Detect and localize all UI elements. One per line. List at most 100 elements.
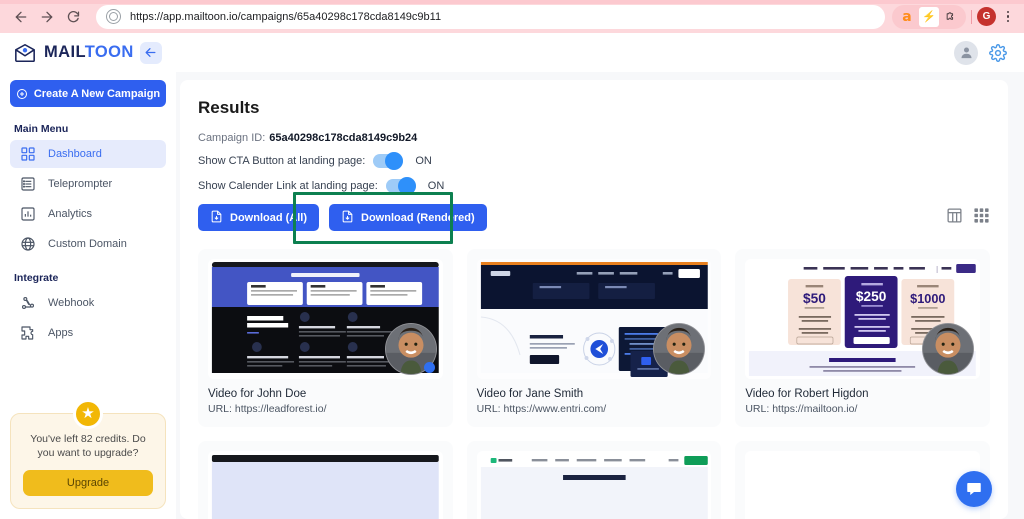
result-card[interactable]: Video for John Doe URL: https://leadfore…: [198, 249, 453, 427]
download-all-button[interactable]: Download (All): [198, 204, 319, 231]
sidebar-item-analytics[interactable]: Analytics: [10, 200, 166, 228]
svg-text:$50: $50: [803, 290, 826, 306]
result-thumbnail[interactable]: [476, 259, 712, 379]
thumbnail-chat-icon: [423, 362, 435, 373]
file-download-icon: [210, 210, 223, 226]
campaign-id-value: 65a40298c178cda8149c9b24: [269, 132, 418, 144]
extension-a-icon[interactable]: a: [897, 7, 917, 27]
toggle-state-calendar: ON: [427, 180, 445, 192]
browser-back-button[interactable]: [8, 4, 34, 30]
results-grid: Video for John Doe URL: https://leadfore…: [198, 249, 990, 519]
envelope-logo-icon: [14, 42, 36, 64]
chat-bubble-icon[interactable]: [956, 471, 992, 507]
table-view-icon[interactable]: [946, 207, 963, 229]
download-all-label: Download (All): [230, 211, 307, 224]
grid-view-icon[interactable]: [973, 207, 990, 229]
sidebar: Create A New Campaign Main Menu Dashboar…: [0, 72, 176, 519]
svg-text:$1000: $1000: [911, 291, 946, 306]
header-actions: [954, 40, 1008, 65]
globe-domain-icon: [20, 236, 36, 252]
sidebar-item-apps[interactable]: Apps: [10, 319, 166, 347]
result-thumbnail[interactable]: [208, 259, 443, 379]
page-title: Results: [198, 98, 260, 117]
dashboard-grid-icon: [20, 146, 36, 162]
extensions-puzzle-icon[interactable]: [941, 7, 961, 27]
result-thumbnail[interactable]: [745, 451, 980, 519]
gear-icon[interactable]: [988, 43, 1008, 63]
result-url-label: URL:: [208, 403, 232, 415]
app-root: MAILTOON Create A New Campaign Main Menu…: [0, 33, 1024, 519]
create-new-campaign-label: Create A New Campaign: [33, 87, 161, 100]
result-card[interactable]: Video for Jane Smith URL: https://www.en…: [466, 249, 722, 427]
credits-upgrade-card: ★ You've left 82 credits. Do you want to…: [10, 398, 166, 509]
brand-logo[interactable]: MAILTOON: [14, 42, 134, 64]
bar-chart-icon: [20, 206, 36, 222]
list-icon: [20, 176, 36, 192]
sidebar-item-webhook[interactable]: Webhook: [10, 289, 166, 317]
sidebar-item-teleprompter-label: Teleprompter: [48, 178, 113, 190]
presenter-avatar: [922, 323, 974, 375]
logo-text-toon: TOON: [84, 43, 134, 61]
result-card-title: Video for John Doe: [208, 388, 307, 400]
campaign-id-label: Campaign ID:: [198, 132, 266, 144]
result-thumbnail[interactable]: $50 $250 $1000: [745, 259, 980, 379]
sidebar-item-custom-domain[interactable]: Custom Domain: [10, 230, 166, 258]
sidebar-item-custom-domain-label: Custom Domain: [48, 238, 127, 250]
download-rendered-label: Download (Rendered): [361, 211, 475, 224]
view-toggle-group: [946, 207, 990, 229]
file-download-icon: [341, 210, 354, 226]
address-bar[interactable]: https://app.mailtoon.io/campaigns/65a402…: [96, 4, 885, 29]
upgrade-button[interactable]: Upgrade: [23, 470, 153, 496]
campaign-id-row: Campaign ID: 65a40298c178cda8149c9b24: [198, 132, 990, 144]
result-url-value: https://mailtoon.io/: [772, 403, 858, 415]
result-thumbnail[interactable]: [476, 451, 712, 519]
result-card-url: URL: https://leadforest.io/: [208, 403, 443, 415]
sidebar-section-integrate: Integrate: [14, 272, 59, 284]
result-url-value: https://leadforest.io/: [234, 403, 327, 415]
browser-profile-button[interactable]: G: [977, 7, 996, 26]
result-card[interactable]: $50 $250 $1000 Video for Robert Higdon U…: [735, 249, 990, 427]
result-thumbnail[interactable]: [208, 451, 443, 519]
sidebar-item-webhook-label: Webhook: [48, 297, 95, 309]
presenter-avatar: [653, 323, 706, 375]
toggle-state-cta: ON: [415, 155, 432, 167]
result-card[interactable]: [466, 441, 722, 519]
toggle-switch-cta[interactable]: [373, 152, 404, 170]
svg-text:$250: $250: [856, 288, 887, 304]
toggle-label-calendar: Show Calender Link at landing page:: [198, 180, 378, 192]
sidebar-collapse-button[interactable]: [139, 41, 162, 64]
result-card-url: URL: https://www.entri.com/: [477, 403, 712, 415]
result-card-title: Video for Robert Higdon: [745, 388, 869, 400]
sidebar-item-dashboard[interactable]: Dashboard: [10, 140, 166, 168]
browser-menu-icon[interactable]: [1000, 10, 1016, 23]
browser-forward-button[interactable]: [34, 4, 60, 30]
download-rendered-button[interactable]: Download (Rendered): [329, 204, 487, 231]
browser-reload-button[interactable]: [60, 4, 86, 30]
toggle-row-calendar: Show Calender Link at landing page: ON: [198, 177, 990, 195]
result-card-url: URL: https://mailtoon.io/: [745, 403, 980, 415]
result-card[interactable]: [198, 441, 453, 519]
download-actions-row: Download (All) Download (Rendered): [198, 192, 990, 244]
sidebar-item-teleprompter[interactable]: Teleprompter: [10, 170, 166, 198]
logo-text-mail: MAIL: [44, 43, 85, 61]
browser-chrome: https://app.mailtoon.io/campaigns/65a402…: [0, 0, 1024, 33]
toggle-switch-calendar[interactable]: [385, 177, 416, 195]
extensions-group: a ⚡: [892, 4, 966, 29]
app-header: MAILTOON: [0, 33, 1024, 72]
user-avatar-icon[interactable]: [954, 40, 978, 65]
site-globe-icon: [106, 9, 121, 24]
extension-bolt-icon[interactable]: ⚡: [919, 6, 939, 27]
address-bar-url: https://app.mailtoon.io/campaigns/65a402…: [130, 10, 442, 23]
sidebar-section-main: Main Menu: [14, 123, 69, 135]
sidebar-item-analytics-label: Analytics: [48, 208, 93, 220]
sidebar-item-apps-label: Apps: [48, 327, 74, 339]
result-url-value: https://www.entri.com/: [503, 403, 607, 415]
toggle-row-cta: Show CTA Button at landing page: ON: [198, 152, 990, 170]
webhook-icon: [20, 295, 36, 311]
toggle-label-cta: Show CTA Button at landing page:: [198, 155, 366, 167]
sidebar-item-dashboard-label: Dashboard: [48, 148, 102, 160]
result-card[interactable]: [735, 441, 990, 519]
star-badge-icon: ★: [73, 398, 103, 429]
create-new-campaign-button[interactable]: Create A New Campaign: [10, 80, 166, 107]
